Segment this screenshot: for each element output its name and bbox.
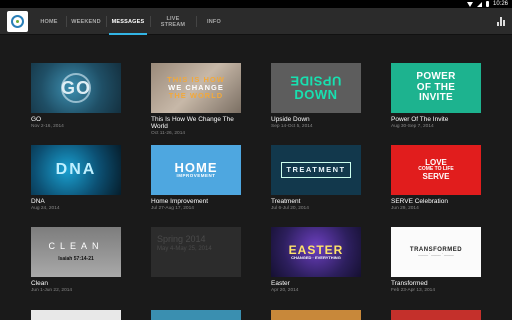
message-date: Jul 27-Aug 17, 2014 xyxy=(151,206,194,211)
message-card-partial[interactable] xyxy=(391,310,481,320)
thumbnail-text: LOVE COME TO LIFE SERVE xyxy=(418,157,454,181)
message-card[interactable]: LOVE COME TO LIFE SERVE SERVE Celebratio… xyxy=(391,145,481,225)
message-date: Jul 6-Jul 20, 2014 xyxy=(271,206,309,211)
thumbnail-text: TRANSFORMED _____ · _____ · _____ xyxy=(409,247,463,257)
message-thumbnail: POWER OF THE INVITE xyxy=(391,63,481,113)
message-card[interactable]: HOME IMPROVEMENT Home Improvement Jul 27… xyxy=(151,145,241,225)
tab-bar: HOME WEEKEND MESSAGES LIVE STREAM INFO xyxy=(32,8,232,35)
message-card[interactable]: GO GO Nov 2-16, 2014 xyxy=(31,63,121,143)
tab-home-label: HOME xyxy=(40,18,58,25)
message-date: Feb 23-Apr 13, 2014 xyxy=(391,288,436,293)
tab-live-stream-label-2: STREAM xyxy=(160,21,186,28)
message-thumbnail: DNA xyxy=(31,145,121,195)
message-thumbnail: THIS IS HOW WE CHANGE THE WORLD xyxy=(151,63,241,113)
message-date: Jun 29, 2014 xyxy=(391,206,419,211)
thumbnail-text: TREATMENT xyxy=(281,162,351,178)
message-thumbnail: CLEAN Isaiah 57:14-21 xyxy=(31,227,121,277)
message-date: Oct 11-26, 2014 xyxy=(151,131,186,136)
tab-live-stream[interactable]: LIVE STREAM xyxy=(150,8,196,35)
message-title: Home Improvement xyxy=(151,198,209,205)
wifi-icon xyxy=(466,1,473,7)
message-date: Aug 24, 2014 xyxy=(31,206,60,211)
tab-home[interactable]: HOME xyxy=(32,8,66,35)
message-title: Easter xyxy=(271,280,290,287)
message-card[interactable]: THIS IS HOW WE CHANGE THE WORLD This Is … xyxy=(151,63,241,143)
message-card[interactable]: TRANSFORMED _____ · _____ · _____ Transf… xyxy=(391,227,481,307)
message-thumbnail: GO xyxy=(31,63,121,113)
message-title: Treatment xyxy=(271,198,301,205)
message-title: DNA xyxy=(31,198,45,205)
message-thumbnail: UPSIDE DOWN xyxy=(271,63,361,113)
message-date: Nov 2-16, 2014 xyxy=(31,124,64,129)
tab-info[interactable]: INFO xyxy=(196,8,232,35)
message-card[interactable]: Spring 2014 May 4-May 25, 2014 xyxy=(151,227,241,307)
app-bar: HOME WEEKEND MESSAGES LIVE STREAM INFO xyxy=(0,8,512,35)
message-card[interactable]: UPSIDE DOWN Upside Down Sep 14-Oct 5, 20… xyxy=(271,63,361,143)
message-thumbnail: TREATMENT xyxy=(271,145,361,195)
tab-messages-label: MESSAGES xyxy=(111,18,145,25)
message-title: Clean xyxy=(31,280,48,287)
thumbnail-text: HOME IMPROVEMENT xyxy=(174,159,218,179)
message-title: This Is How We Change The World xyxy=(151,116,234,130)
signal-icon xyxy=(476,1,482,7)
logo-icon xyxy=(11,15,24,28)
message-thumbnail: EASTER CHANGED · EVERYTHING xyxy=(271,227,361,277)
tab-weekend[interactable]: WEEKEND xyxy=(66,8,106,35)
church-logo[interactable] xyxy=(7,11,28,32)
message-thumbnail: Spring 2014 May 4-May 25, 2014 xyxy=(151,227,241,277)
message-card[interactable]: DNA DNA Aug 24, 2014 xyxy=(31,145,121,225)
status-bar: 10:26 xyxy=(0,0,512,8)
message-thumbnail: LOVE COME TO LIFE SERVE xyxy=(391,145,481,195)
message-card-partial[interactable] xyxy=(151,310,241,320)
message-card[interactable]: CLEAN Isaiah 57:14-21 Clean Jun 1-Jun 22… xyxy=(31,227,121,307)
thumbnail-text: EASTER CHANGED · EVERYTHING xyxy=(288,242,344,261)
message-thumbnail: TRANSFORMED _____ · _____ · _____ xyxy=(391,227,481,277)
thumbnail-text: POWER OF THE INVITE xyxy=(416,71,456,104)
messages-grid: GO GO Nov 2-16, 2014 THIS IS HOW WE CHAN… xyxy=(0,36,512,320)
message-card-partial[interactable] xyxy=(31,310,121,320)
tab-info-label: INFO xyxy=(207,18,221,25)
message-date: Sep 14-Oct 5, 2014 xyxy=(271,124,313,129)
message-title: Power Of The Invite xyxy=(391,116,449,123)
thumbnail-text: GO xyxy=(60,77,91,98)
message-date: Jun 1-Jun 22, 2014 xyxy=(31,288,73,293)
thumbnail-text: CLEAN Isaiah 57:14-21 xyxy=(48,240,104,263)
message-card[interactable]: EASTER CHANGED · EVERYTHING Easter Apr 2… xyxy=(271,227,361,307)
message-title: SERVE Celebration xyxy=(391,198,448,205)
message-card[interactable]: POWER OF THE INVITE Power Of The Invite … xyxy=(391,63,481,143)
message-title: Transformed xyxy=(391,280,428,287)
message-card[interactable]: TREATMENT Treatment Jul 6-Jul 20, 2014 xyxy=(271,145,361,225)
thumbnail-text: UPSIDE DOWN xyxy=(290,74,342,102)
tab-weekend-label: WEEKEND xyxy=(71,18,101,25)
message-thumbnail: HOME IMPROVEMENT xyxy=(151,145,241,195)
message-date: Aug 30-Sep 7, 2014 xyxy=(391,124,434,129)
chart-icon[interactable] xyxy=(497,17,505,26)
message-title: GO xyxy=(31,116,42,123)
thumbnail-text: Spring 2014 May 4-May 25, 2014 xyxy=(157,234,212,253)
message-card-partial[interactable] xyxy=(271,310,361,320)
message-title: Upside Down xyxy=(271,116,310,123)
thumbnail-text: DNA xyxy=(55,160,97,178)
battery-icon xyxy=(485,1,489,7)
thumbnail-text: THIS IS HOW WE CHANGE THE WORLD xyxy=(167,75,225,100)
status-time: 10:26 xyxy=(492,1,508,7)
tab-messages[interactable]: MESSAGES xyxy=(106,8,150,35)
message-date: Apr 20, 2014 xyxy=(271,288,299,293)
